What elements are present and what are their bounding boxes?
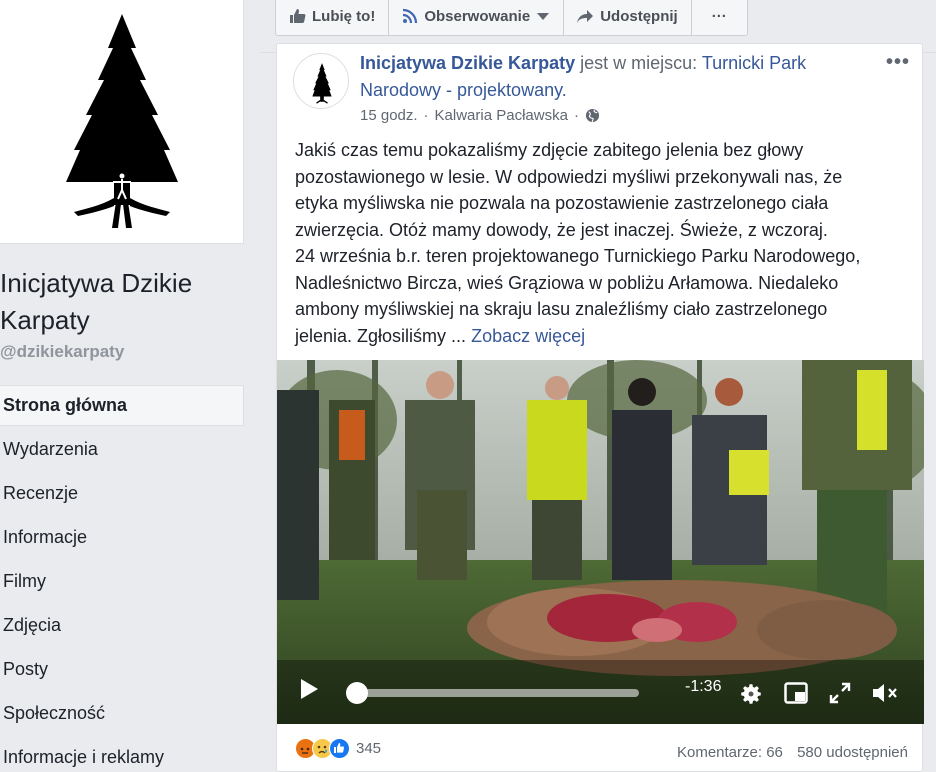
like-icon: [329, 738, 350, 759]
more-actions-button[interactable]: ···: [691, 0, 748, 36]
like-page-label: Lubię to!: [312, 7, 376, 25]
post-meta: 15 godz. · Kalwaria Pacławska ·: [360, 107, 600, 124]
follow-label: Obserwowanie: [424, 7, 531, 25]
post-text: Jakiś czas temu pokazaliśmy zdjęcie zabi…: [295, 137, 905, 349]
shares-count-link[interactable]: 580 udostępnień: [797, 744, 908, 761]
nav-item-events[interactable]: Wydarzenia: [0, 428, 244, 472]
see-more-link[interactable]: Zobacz więcej: [471, 326, 585, 346]
play-icon[interactable]: [299, 678, 319, 700]
post-text-line-last: jelenia. Zgłosiliśmy ... Zobacz więcej: [295, 323, 905, 350]
fullscreen-icon[interactable]: [829, 682, 851, 704]
video-player[interactable]: -1:36: [277, 360, 924, 724]
post-text-line: pozostawionego w lesie. W odpowiedzi myś…: [295, 166, 843, 187]
page-handle[interactable]: @dzikiekarpaty: [0, 342, 124, 362]
post-author-link[interactable]: Inicjatywa Dzikie Karpaty: [360, 53, 575, 73]
post-author-avatar[interactable]: [293, 53, 349, 109]
nav-item-reviews[interactable]: Recenzje: [0, 472, 244, 516]
post-text-line: 24 września b.r. teren projektowanego Tu…: [295, 246, 861, 266]
share-page-button[interactable]: Udostępnij: [564, 0, 692, 36]
reactions-summary[interactable]: 345: [295, 738, 381, 759]
more-actions-label: ···: [711, 7, 727, 25]
follow-button[interactable]: Obserwowanie: [389, 0, 565, 36]
chevron-down-icon: [537, 13, 550, 20]
meta-separator: ·: [423, 107, 429, 124]
nav-item-posts[interactable]: Posty: [0, 648, 244, 692]
post-text-line: Nadleśnictwo Bircza, wieś Grąziowa w pob…: [295, 272, 839, 293]
page-profile-picture[interactable]: [0, 0, 244, 244]
video-progress-handle[interactable]: [346, 682, 368, 704]
picture-in-picture-icon[interactable]: [784, 682, 808, 704]
post-timestamp[interactable]: 15 godz.: [360, 107, 418, 124]
settings-gear-icon[interactable]: [738, 681, 764, 707]
nav-item-home[interactable]: Strona główna: [0, 385, 244, 426]
nav-item-community[interactable]: Społeczność: [0, 692, 244, 736]
post-options-button[interactable]: •••: [886, 51, 910, 74]
rss-icon: [403, 8, 418, 24]
post-text-line: etyka myśliwska nie pozwala na pozostawi…: [295, 193, 829, 213]
nav-item-info-and-ads[interactable]: Informacje i reklamy: [0, 736, 244, 772]
video-time-remaining: -1:36: [685, 678, 722, 695]
meta-separator: ·: [573, 107, 579, 124]
post-header: Inicjatywa Dzikie Karpaty jest w miejscu…: [360, 50, 880, 104]
post-text-line: ambony myśliwskiej na skraju lasu znaleź…: [295, 299, 828, 319]
nav-item-photos[interactable]: Zdjęcia: [0, 604, 244, 648]
post-text-line: jelenia. Zgłosiliśmy ...: [295, 325, 467, 346]
nav-item-videos[interactable]: Filmy: [0, 560, 244, 604]
like-page-button[interactable]: Lubię to!: [275, 0, 390, 36]
thumbs-up-icon: [290, 9, 306, 23]
muted-speaker-icon[interactable]: [871, 682, 899, 704]
video-controls: -1:36: [277, 664, 924, 724]
globe-icon[interactable]: [585, 108, 600, 123]
post-text-line: Jakiś czas temu pokazaliśmy zdjęcie zabi…: [295, 140, 804, 160]
post-footer: 345 Komentarze: 66 580 udostępnień: [277, 734, 924, 770]
share-arrow-icon: [577, 9, 594, 23]
post-text-line: zwierzęcia. Otóż mamy dowody, że jest in…: [295, 219, 828, 240]
post-is-at-text: jest w miejscu:: [580, 53, 698, 73]
page-sidebar: Inicjatywa Dzikie Karpaty @dzikiekarpaty…: [0, 0, 260, 772]
engagement-counts: Komentarze: 66 580 udostępnień: [677, 744, 908, 761]
comments-count-link[interactable]: Komentarze: 66: [677, 744, 783, 761]
page-name[interactable]: Inicjatywa Dzikie Karpaty: [0, 265, 250, 339]
post-card: Inicjatywa Dzikie Karpaty jest w miejscu…: [276, 43, 924, 772]
page-nav: Strona główna Wydarzenia Recenzje Inform…: [0, 385, 244, 772]
tree-logo-icon: [66, 14, 178, 228]
post-location[interactable]: Kalwaria Pacławska: [435, 107, 568, 124]
share-page-label: Udostępnij: [600, 7, 678, 25]
nav-item-about[interactable]: Informacje: [0, 516, 244, 560]
reaction-count[interactable]: 345: [356, 740, 381, 757]
tree-logo-icon: [312, 63, 332, 104]
video-progress-bar[interactable]: [357, 689, 639, 697]
